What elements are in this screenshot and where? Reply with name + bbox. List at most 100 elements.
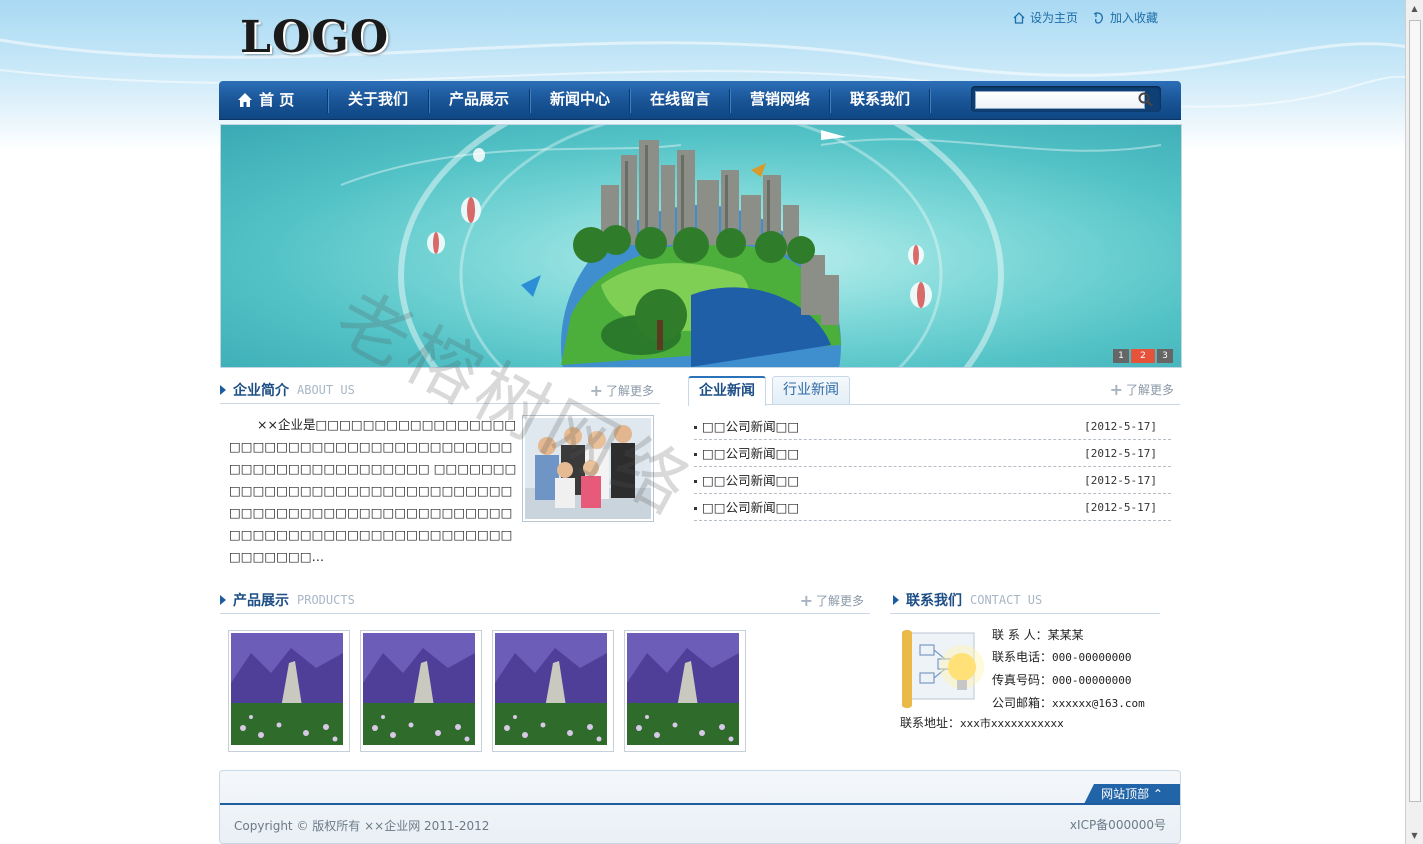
nav-item-about[interactable]: 关于我们 <box>328 81 428 119</box>
about-more-label: 了解更多 <box>605 384 654 398</box>
contact-address-label: 联系地址： <box>900 716 961 730</box>
set-home-label: 设为主页 <box>1030 11 1079 25</box>
about-title-en: ABOUT US <box>297 383 355 397</box>
banner-page-1[interactable]: 1 <box>1113 349 1129 363</box>
news-item-title: □□公司新闻□□ <box>702 500 800 515</box>
contact-address-row: 联系地址：xxx市xxxxxxxxxxx <box>900 712 1064 735</box>
news-item[interactable]: □□公司新闻□□ [2012-5-17] <box>694 495 1171 521</box>
about-title: 企业简介 <box>233 383 289 399</box>
bullet-icon <box>694 507 697 510</box>
contact-address: xxx市xxxxxxxxxxx <box>960 717 1064 730</box>
nav-item-home[interactable]: 首 页 <box>237 81 317 119</box>
about-section-title: 企业简介 ABOUT US + 了解更多 <box>220 377 660 404</box>
contact-email[interactable]: xxxxxx@163.com <box>1052 697 1145 710</box>
tab-industry-news[interactable]: 行业新闻 <box>772 376 850 404</box>
about-text: ××企业是□□□□□□□□□□□□□□□□□□□□□□□□□□□□□□□□□□□… <box>229 414 519 568</box>
about-team-photo <box>522 415 654 522</box>
news-item-date: [2012-5-17] <box>1084 474 1157 487</box>
add-favorite-link[interactable]: 加入收藏 <box>1092 9 1158 26</box>
contact-person: 某某某 <box>1047 628 1084 642</box>
home-icon <box>238 93 252 107</box>
mountain-flowers-image <box>495 633 607 745</box>
scroll-down-arrow-icon[interactable]: ▼ <box>1406 827 1423 844</box>
contact-fax: 000-00000000 <box>1052 674 1132 687</box>
back-to-top-button[interactable]: 网站顶部 ⌃ <box>1084 784 1180 804</box>
contact-fax-row: 传真号码：000-00000000 <box>992 669 1145 692</box>
nav-item-marketing[interactable]: 营销网络 <box>730 81 830 119</box>
news-more-link[interactable]: + 了解更多 <box>1110 381 1174 398</box>
news-item-title: □□公司新闻□□ <box>702 419 800 434</box>
arrow-right-icon <box>220 385 226 395</box>
news-item-date: [2012-5-17] <box>1084 501 1157 514</box>
contact-person-label: 联 系 人： <box>992 628 1048 642</box>
product-grid <box>228 630 746 752</box>
banner-page-2[interactable]: 2 <box>1131 349 1155 363</box>
news-item-title: □□公司新闻□□ <box>702 446 800 461</box>
bullet-icon <box>694 480 697 483</box>
arrow-right-icon <box>893 595 899 605</box>
product-thumbnail[interactable] <box>624 630 746 752</box>
mountain-flowers-image <box>363 633 475 745</box>
main-navigation: 首 页 关于我们 产品展示 新闻中心 在线留言 营销网络 联系我们 <box>219 81 1181 119</box>
nav-item-news[interactable]: 新闻中心 <box>530 81 630 119</box>
contact-details: 联 系 人：某某某 联系电话：000-00000000 传真号码：000-000… <box>992 624 1145 715</box>
news-more-label: 了解更多 <box>1125 383 1174 397</box>
vertical-scrollbar[interactable]: ▲ ▼ <box>1405 0 1423 844</box>
nav-item-home-label: 首 页 <box>259 91 295 109</box>
products-title-en: PRODUCTS <box>297 593 355 607</box>
site-logo[interactable]: LOGO <box>240 12 389 63</box>
contact-fax-label: 传真号码： <box>992 673 1053 687</box>
arrow-right-icon <box>220 595 226 605</box>
favorite-icon <box>1093 11 1103 24</box>
top-links: 设为主页 加入收藏 <box>1012 9 1158 26</box>
header-swoosh-decoration <box>0 38 1423 108</box>
footer-copyright: Copyright © 版权所有 ××企业网 2011-2012 <box>234 819 490 833</box>
add-favorite-label: 加入收藏 <box>1110 11 1159 25</box>
scrollbar-thumb[interactable] <box>1409 20 1421 802</box>
contact-phone-row: 联系电话：000-00000000 <box>992 646 1145 669</box>
bullet-icon <box>694 426 697 429</box>
products-section-title: 产品展示 PRODUCTS + 了解更多 <box>220 587 870 614</box>
news-item[interactable]: □□公司新闻□□ [2012-5-17] <box>694 441 1171 467</box>
products-more-link[interactable]: + 了解更多 <box>800 592 864 609</box>
banner-page-3[interactable]: 3 <box>1157 349 1173 363</box>
banner-pager: 1 2 3 <box>1113 349 1173 363</box>
product-thumbnail[interactable] <box>360 630 482 752</box>
plus-icon: + <box>799 590 813 610</box>
mountain-flowers-image <box>231 633 343 745</box>
mountain-flowers-image <box>627 633 739 745</box>
news-item[interactable]: □□公司新闻□□ [2012-5-17] <box>694 468 1171 494</box>
contact-section-title: 联系我们 CONTACT US <box>890 587 1160 614</box>
about-text-body: ××企业是□□□□□□□□□□□□□□□□□□□□□□□□□□□□□□□□□□□… <box>229 417 517 564</box>
nav-item-message[interactable]: 在线留言 <box>630 81 730 119</box>
news-list: □□公司新闻□□ [2012-5-17] □□公司新闻□□ [2012-5-17] … <box>694 414 1171 522</box>
home-outline-icon <box>1013 11 1025 24</box>
news-item-title: □□公司新闻□□ <box>702 473 800 488</box>
nav-item-products[interactable]: 产品展示 <box>429 81 529 119</box>
footer-icp[interactable]: xICP备000000号 <box>1070 816 1166 833</box>
products-more-label: 了解更多 <box>815 594 864 608</box>
product-thumbnail[interactable] <box>228 630 350 752</box>
team-photo-image <box>525 418 651 519</box>
news-tabs: 企业新闻 行业新闻 + 了解更多 <box>688 376 1180 406</box>
search-input[interactable] <box>975 91 1145 109</box>
news-item[interactable]: □□公司新闻□□ [2012-5-17] <box>694 414 1171 440</box>
scroll-up-arrow-icon[interactable]: ▲ <box>1406 0 1423 17</box>
search-icon[interactable] <box>1137 91 1155 109</box>
nav-item-contact[interactable]: 联系我们 <box>830 81 930 119</box>
page-footer: 网站顶部 ⌃ Copyright © 版权所有 ××企业网 2011-2012 … <box>219 770 1181 844</box>
banner-globe-city-illustration <box>340 125 1162 367</box>
contact-title: 联系我们 <box>906 593 962 609</box>
about-more-link[interactable]: + 了解更多 <box>590 382 654 399</box>
hero-banner[interactable]: 1 2 3 <box>220 124 1182 368</box>
contact-phone-label: 联系电话： <box>992 650 1053 664</box>
tab-company-news[interactable]: 企业新闻 <box>688 376 766 406</box>
plus-icon: + <box>589 380 603 400</box>
product-thumbnail[interactable] <box>492 630 614 752</box>
set-home-link[interactable]: 设为主页 <box>1012 9 1078 26</box>
nav-divider <box>929 89 930 113</box>
contact-person-row: 联 系 人：某某某 <box>992 624 1145 646</box>
news-item-date: [2012-5-17] <box>1084 447 1157 460</box>
search-box <box>971 86 1161 112</box>
products-title: 产品展示 <box>233 593 289 609</box>
